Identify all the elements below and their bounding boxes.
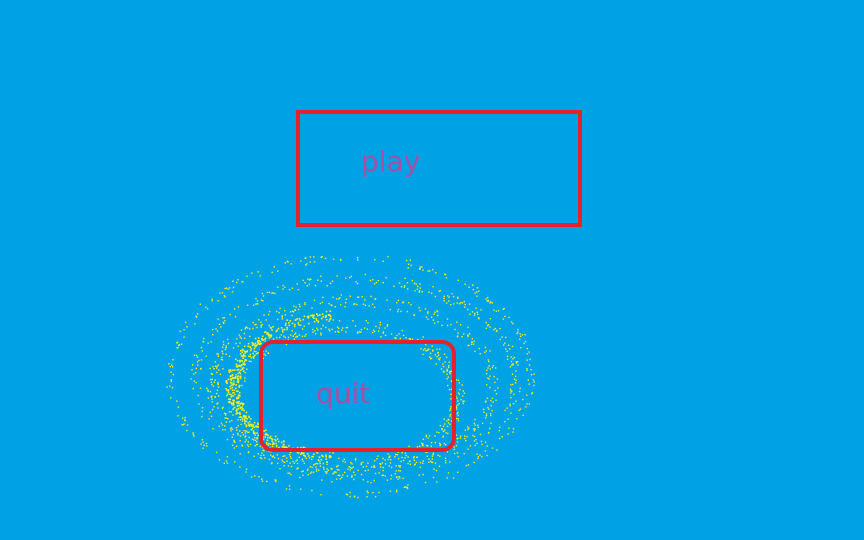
particle-swirl-effect <box>166 255 535 499</box>
quit-button[interactable]: quit <box>259 340 456 452</box>
quit-button-label: quit <box>316 377 371 410</box>
play-button-label: play <box>361 145 421 178</box>
main-menu-screen: play quit <box>0 0 864 540</box>
play-button[interactable]: play <box>296 110 582 227</box>
